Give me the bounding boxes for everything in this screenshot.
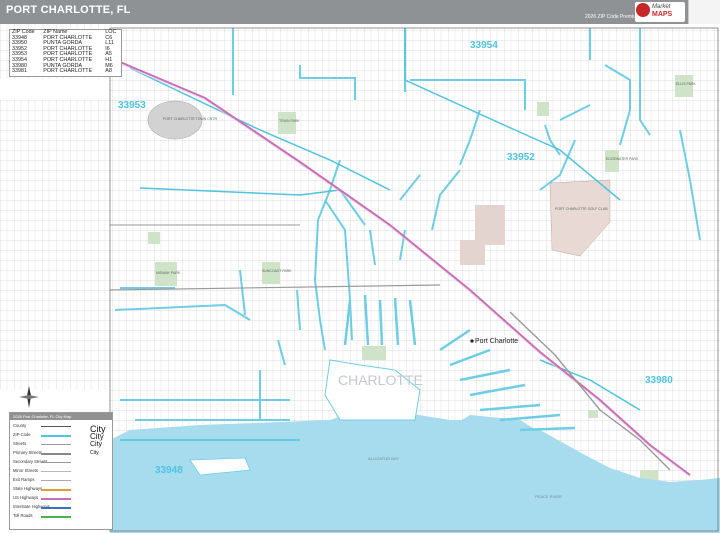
park-label: PORT CHARLOTTE GOLF CLUB (555, 207, 608, 211)
park-label: ELLIS PARK (676, 82, 696, 86)
cell: PORT CHARLOTTE (43, 68, 93, 75)
water-label: ALLIGATOR BAY (368, 456, 399, 461)
legend-item: Exit Ramps (13, 477, 111, 484)
logo-text-bottom: MAPS (652, 11, 673, 18)
park-label: TRAIN PARK (279, 119, 300, 123)
logo-icon (636, 3, 650, 17)
legend-item: State Highways (13, 486, 111, 493)
legend-item: Interstate Highways (13, 504, 111, 511)
legend-city-samples: City City City City (90, 424, 106, 457)
zip-label: 33954 (470, 40, 498, 51)
legend-title: 2026 Port Charlotte, FL City Map (10, 413, 112, 420)
zip-code-table: ZIP Code ZIP Name LOC 33948 PORT CHARLOTT… (9, 29, 122, 77)
legend-item: Toll Roads (13, 513, 111, 520)
map-legend: 2026 Port Charlotte, FL City Map County … (9, 412, 113, 530)
zip-label: 33953 (118, 100, 146, 111)
logo-text-top: Market (652, 4, 671, 10)
zip-label: 33948 (155, 465, 183, 476)
city-label: CHARLOTTE (338, 372, 423, 388)
corner-index-box (688, 0, 720, 24)
place-label: Port Charlotte (475, 338, 518, 345)
zip-label: 33980 (645, 375, 673, 386)
legend-item: Minor Streets (13, 468, 71, 473)
compass-rose-icon (19, 386, 39, 408)
city-dot (470, 339, 474, 343)
map-header: PORT CHARLOTTE, FL 2026 ZIP Code Premium… (0, 0, 720, 24)
park-label: SUNCOAST PARK (262, 269, 292, 273)
cell: 33981 (12, 68, 27, 75)
cell: A8 (105, 68, 112, 75)
park-label: EDGEWATER PARK (606, 157, 639, 161)
zip-label: 33952 (507, 152, 535, 163)
park (278, 112, 296, 134)
water-label: PEACE RIVER (535, 494, 562, 499)
table-row: 33981 PORT CHARLOTTE A8 (10, 69, 121, 75)
map-title: PORT CHARLOTTE, FL (6, 4, 131, 16)
publisher-logo: Market MAPS (635, 2, 685, 22)
park-label: PORT CHARLOTTE TOWN CNTR (163, 117, 217, 121)
park-label: MIDWAY PARK (156, 271, 181, 275)
legend-item: Secondary Streets (13, 459, 111, 466)
legend-item: US Highways (13, 495, 111, 502)
